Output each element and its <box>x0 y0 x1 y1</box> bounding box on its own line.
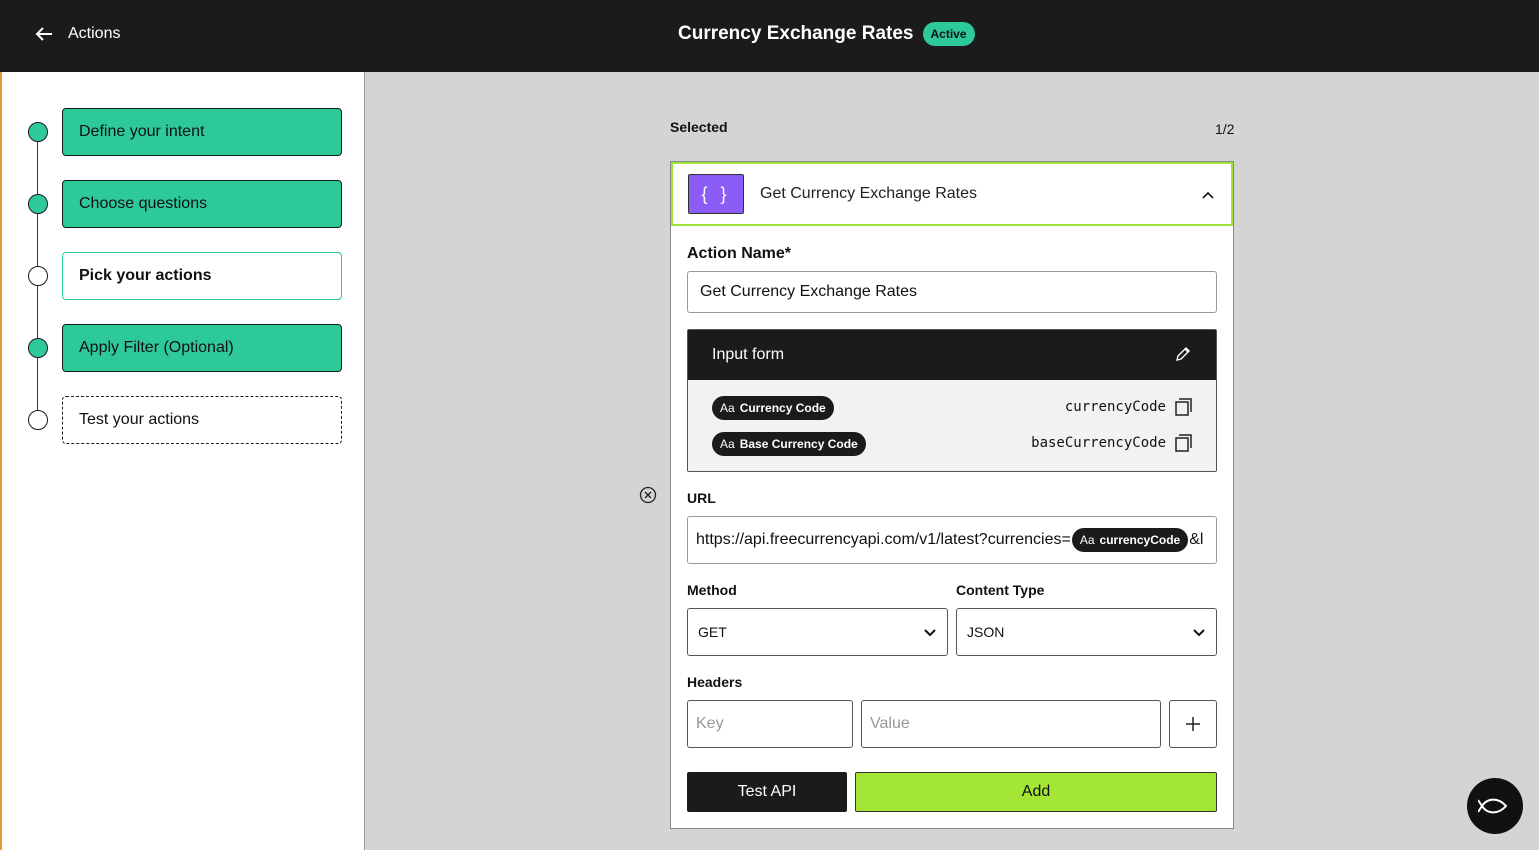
selected-heading: Selected <box>670 119 728 135</box>
url-suffix: &l <box>1189 531 1204 548</box>
content-type-label: Content Type <box>956 582 1045 598</box>
step-define-intent[interactable]: Define your intent <box>62 108 342 156</box>
chevron-down-icon <box>924 629 936 637</box>
input-variable-row: Aa Base Currency Code baseCurrencyCode <box>712 432 1192 456</box>
input-variable-row: Aa Currency Code currencyCode <box>712 396 1192 420</box>
chevron-up-icon[interactable] <box>1201 188 1215 202</box>
test-api-button[interactable]: Test API <box>687 772 847 812</box>
action-name-label: Action Name* <box>687 245 792 262</box>
back-button[interactable]: Actions <box>34 24 120 44</box>
variable-key: baseCurrencyCode <box>1031 435 1166 451</box>
page-title: Currency Exchange Rates <box>678 23 914 44</box>
header-key-placeholder: Key <box>696 715 724 732</box>
text-type-icon: Aa <box>720 437 735 451</box>
step-label: Apply Filter (Optional) <box>79 339 234 356</box>
step-indicator-done <box>28 194 48 214</box>
back-label: Actions <box>68 25 121 42</box>
fish-icon <box>1478 798 1508 814</box>
page-count: 1/2 <box>1215 121 1235 137</box>
step-indicator-open <box>28 410 48 430</box>
step-label: Pick your actions <box>79 267 212 284</box>
chevron-down-icon <box>1193 629 1205 637</box>
method-select[interactable]: GET <box>687 608 948 656</box>
input-form-header: Input form <box>688 330 1216 380</box>
action-card-title: Get Currency Exchange Rates <box>760 185 977 202</box>
method-value: GET <box>698 624 727 640</box>
step-label: Define your intent <box>79 123 205 140</box>
copy-icon[interactable] <box>1174 398 1192 416</box>
action-card-header[interactable]: { } Get Currency Exchange Rates <box>671 162 1233 226</box>
step-indicator-done <box>28 122 48 142</box>
content-type-value: JSON <box>967 624 1005 640</box>
url-input[interactable]: https://api.freecurrencyapi.com/v1/lates… <box>687 516 1217 564</box>
header-value-input[interactable]: Value <box>861 700 1161 748</box>
variable-label: Currency Code <box>739 401 826 415</box>
method-label: Method <box>687 582 737 598</box>
input-form-title: Input form <box>712 346 785 363</box>
action-card: { } Get Currency Exchange Rates Action N… <box>670 161 1234 829</box>
steps-sidebar: Define your intent Choose questions Pick… <box>0 72 365 850</box>
top-bar: Actions Currency Exchange Rates Active <box>0 0 1539 72</box>
step-test-actions[interactable]: Test your actions <box>62 396 342 444</box>
input-form-panel: Input form Aa Currency Code currencyCode … <box>687 329 1217 472</box>
variable-label: currencyCode <box>1099 533 1181 547</box>
header-value-placeholder: Value <box>870 715 910 732</box>
step-indicator-done <box>28 338 48 358</box>
remove-circle-icon[interactable] <box>639 486 657 504</box>
variable-key: currencyCode <box>1064 399 1166 415</box>
pencil-icon[interactable] <box>1174 345 1192 363</box>
add-header-button[interactable] <box>1169 700 1217 748</box>
status-badge: Active <box>922 22 975 46</box>
header-key-input[interactable]: Key <box>687 700 853 748</box>
variable-label: Base Currency Code <box>739 437 858 451</box>
copy-icon[interactable] <box>1174 434 1192 452</box>
title-group: Currency Exchange Rates Active <box>678 22 975 46</box>
plus-icon <box>1186 717 1200 731</box>
chat-assistant-button[interactable] <box>1467 778 1523 834</box>
variable-chip: Aa Base Currency Code <box>712 432 866 456</box>
content-type-select[interactable]: JSON <box>956 608 1217 656</box>
url-label: URL <box>687 490 716 506</box>
arrow-left-icon <box>35 27 52 41</box>
action-name-input[interactable]: Get Currency Exchange Rates <box>687 271 1217 313</box>
url-prefix: https://api.freecurrencyapi.com/v1/lates… <box>696 531 1071 548</box>
step-indicator-open <box>28 266 48 286</box>
text-type-icon: Aa <box>1079 533 1095 547</box>
code-braces-icon: { } <box>688 174 744 214</box>
add-button[interactable]: Add <box>855 772 1217 812</box>
variable-chip: Aa Currency Code <box>712 396 834 420</box>
step-label: Choose questions <box>79 195 208 212</box>
step-label: Test your actions <box>79 411 200 428</box>
text-type-icon: Aa <box>720 401 735 415</box>
step-pick-actions[interactable]: Pick your actions <box>62 252 342 300</box>
step-choose-questions[interactable]: Choose questions <box>62 180 342 228</box>
headers-label: Headers <box>687 674 743 690</box>
url-variable-chip: Aa currencyCode <box>1071 528 1189 552</box>
step-apply-filter[interactable]: Apply Filter (Optional) <box>62 324 342 372</box>
